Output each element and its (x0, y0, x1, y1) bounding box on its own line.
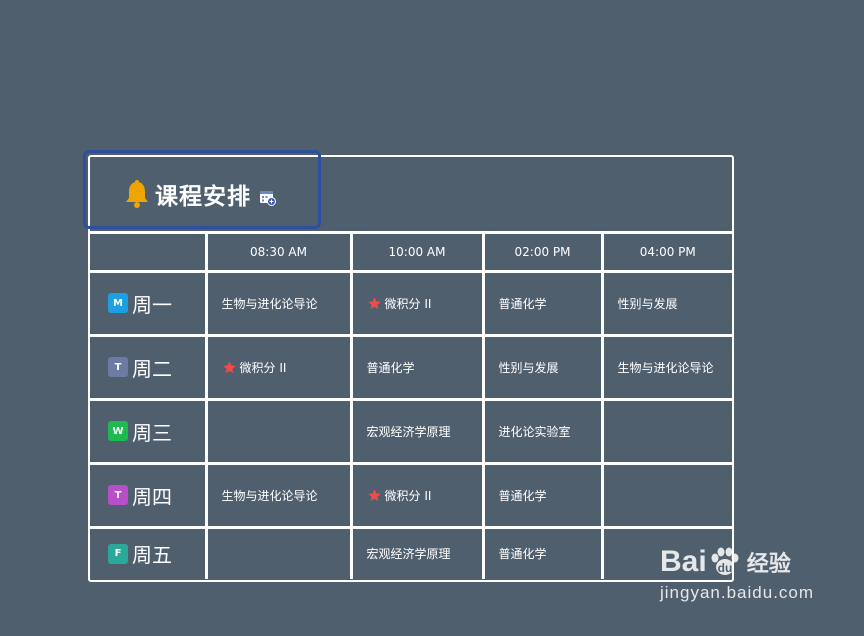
title-row: 课程安排 (123, 177, 276, 211)
time-header: 02:00 PM (481, 234, 604, 271)
watermark-brand-left: Bai (660, 545, 707, 578)
day-badge: F (108, 543, 128, 564)
course-name: 普通化学 (498, 296, 547, 311)
course-cell[interactable]: 性别与发展 (600, 269, 732, 337)
course-cell[interactable]: 生物与进化论导论 (204, 461, 353, 529)
course-cell[interactable]: 宏观经济学原理 (349, 525, 485, 579)
day-label: 周四 (132, 484, 172, 509)
watermark-url: jingyan.baidu.com (660, 583, 815, 602)
course-cell[interactable]: 微积分 II (349, 461, 485, 529)
schedule-table: 08:30 AM 10:00 AM 02:00 PM 04:00 PM M 周一生… (90, 234, 732, 579)
time-header-row: 08:30 AM 10:00 AM 02:00 PM 04:00 PM (90, 234, 732, 271)
course-cell[interactable]: 宏观经济学原理 (349, 397, 485, 465)
bell-icon (126, 180, 148, 208)
table-row: M 周一 生物与进化论导论 微积分 II 普通化学 性别与发展 (90, 269, 732, 337)
course-name: 性别与发展 (617, 296, 678, 311)
baidu-jingyan-watermark: Bai du 经验 jingyan.baidu.com (660, 545, 830, 625)
course-cell[interactable]: 生物与进化论导论 (204, 269, 353, 337)
table-row: T 周四 生物与进化论导论 微积分 II 普通化学 (90, 461, 732, 529)
course-name: 微积分 II (239, 360, 287, 375)
corner-cell (90, 234, 208, 271)
calendar-add-icon[interactable] (259, 189, 276, 206)
course-name: 微积分 II (384, 488, 432, 503)
day-cell: F 周五 (90, 525, 208, 579)
course-cell[interactable]: 普通化学 (349, 333, 485, 401)
page-title: 课程安排 (155, 184, 251, 210)
course-name: 生物与进化论导论 (221, 296, 318, 311)
table-row: F 周五 宏观经济学原理 普通化学 (90, 525, 732, 579)
course-cell (204, 397, 353, 465)
day-badge: T (108, 485, 128, 505)
table-row: W 周三 宏观经济学原理 进化论实验室 (90, 397, 732, 465)
watermark-brand-right: 经验 (746, 551, 791, 576)
course-cell[interactable]: 性别与发展 (481, 333, 604, 401)
course-cell (204, 525, 353, 579)
course-cell[interactable]: 普通化学 (481, 269, 604, 337)
paw-icon: du (711, 547, 739, 575)
course-cell[interactable]: 生物与进化论导论 (600, 333, 732, 401)
course-name: 进化论实验室 (498, 424, 571, 439)
course-cell[interactable]: 普通化学 (481, 525, 604, 579)
watermark-logo: Bai du 经验 (660, 545, 830, 579)
course-cell (600, 461, 732, 529)
day-cell: T 周二 (90, 333, 208, 401)
time-header: 08:30 AM (204, 234, 353, 271)
day-badge: M (108, 293, 128, 313)
course-cell[interactable]: 微积分 II (349, 269, 485, 337)
star-icon (222, 360, 236, 373)
star-icon (367, 296, 381, 309)
course-name: 生物与进化论导论 (221, 488, 318, 503)
day-cell: T 周四 (90, 461, 208, 529)
time-header: 10:00 AM (349, 234, 485, 271)
star-icon (367, 488, 381, 501)
course-name: 宏观经济学原理 (366, 424, 451, 439)
day-label: 周一 (132, 292, 172, 317)
course-cell[interactable]: 进化论实验室 (481, 397, 604, 465)
course-name: 性别与发展 (498, 360, 559, 375)
day-badge: W (108, 421, 128, 441)
day-cell: M 周一 (90, 269, 208, 337)
course-cell (600, 397, 732, 465)
course-name: 生物与进化论导论 (617, 360, 714, 375)
course-name: 微积分 II (384, 296, 432, 311)
schedule-card: 课程安排 08:30 AM 10:00 AM 02:00 PM 04:00 PM… (88, 155, 734, 582)
day-cell: W 周三 (90, 397, 208, 465)
time-header: 04:00 PM (600, 234, 732, 271)
day-label: 周五 (132, 543, 172, 568)
schedule-header: 课程安排 (90, 157, 732, 234)
course-name: 宏观经济学原理 (366, 547, 451, 562)
day-label: 周二 (132, 356, 172, 381)
day-label: 周三 (132, 420, 172, 445)
course-name: 普通化学 (498, 547, 547, 562)
day-badge: T (108, 357, 128, 377)
course-name: 普通化学 (366, 360, 415, 375)
course-cell[interactable]: 普通化学 (481, 461, 604, 529)
table-row: T 周二 微积分 II 普通化学 性别与发展 生物与进化论导论 (90, 333, 732, 401)
svg-text:du: du (717, 561, 732, 575)
course-name: 普通化学 (498, 488, 547, 503)
course-cell[interactable]: 微积分 II (204, 333, 353, 401)
